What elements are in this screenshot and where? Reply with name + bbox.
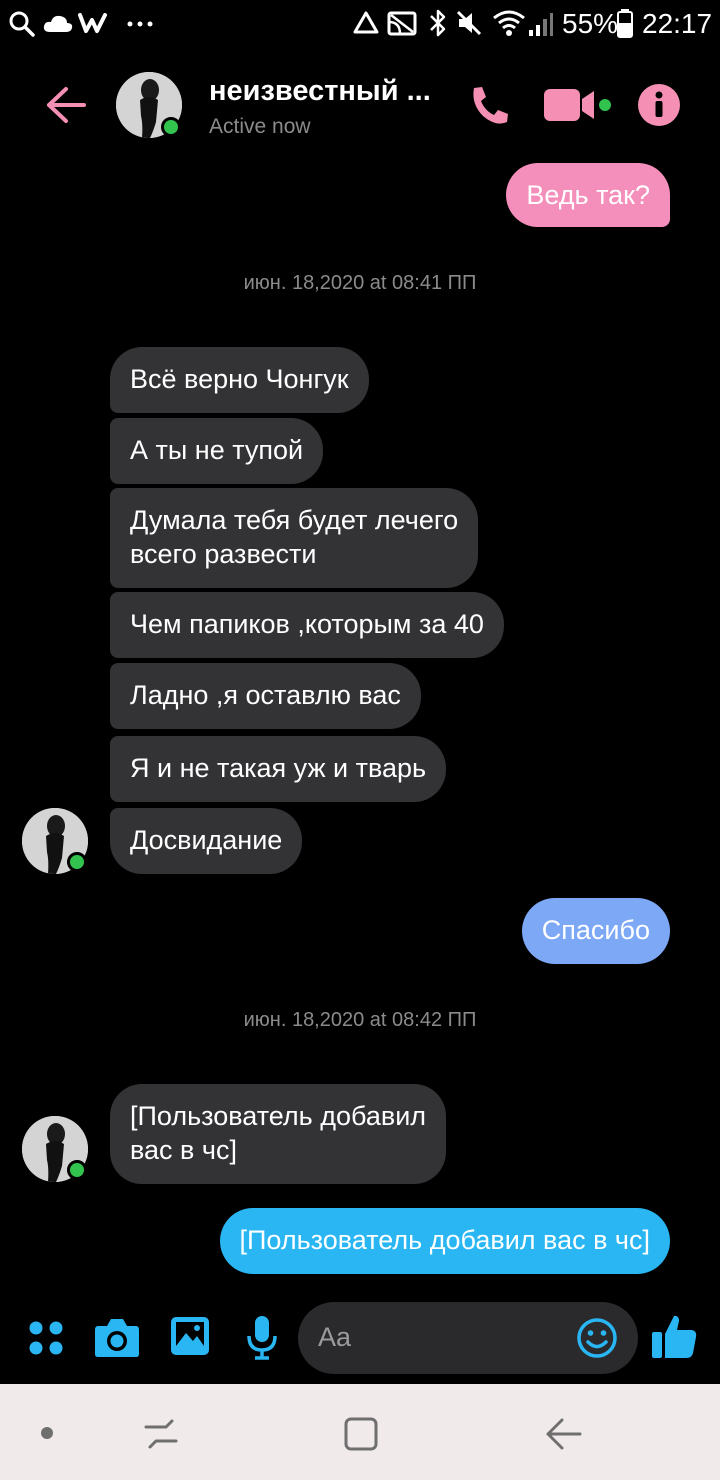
message-bubble-outgoing[interactable]: Ведь так?: [506, 163, 670, 227]
clock: 22:17: [642, 8, 713, 39]
emoji-icon[interactable]: [576, 1317, 618, 1359]
dot-icon: [41, 1427, 53, 1439]
back-icon[interactable]: [544, 1416, 584, 1452]
chat-header: неизвестный ... Active now: [0, 55, 720, 155]
apps-icon[interactable]: [28, 1320, 64, 1356]
message-bubble-incoming[interactable]: Досвидание: [110, 808, 303, 874]
contact-status: Active now: [209, 115, 311, 138]
online-indicator: [67, 852, 87, 872]
message-bubble-incoming[interactable]: Ладно ,я оставлю вас: [110, 663, 421, 729]
message-bubble-incoming[interactable]: А ты не тупой: [110, 418, 324, 484]
thumbs-up-icon[interactable]: [650, 1312, 698, 1360]
recycle-icon: [353, 11, 379, 34]
cloud-icon: [43, 15, 73, 32]
message-input[interactable]: Aa: [298, 1302, 638, 1374]
recents-icon[interactable]: [142, 1416, 180, 1452]
status-bar: 55% 22:17: [0, 0, 720, 50]
message-input-placeholder: Aa: [318, 1322, 352, 1352]
camera-icon[interactable]: [94, 1316, 140, 1358]
gallery-icon[interactable]: [170, 1316, 210, 1356]
message-bubble-outgoing[interactable]: [Пользователь добавил вас в чс]: [219, 1208, 670, 1274]
microphone-icon[interactable]: [246, 1314, 278, 1360]
bluetooth-icon: [430, 9, 446, 37]
cast-icon: [387, 11, 417, 36]
contact-name[interactable]: неизвестный ...: [209, 75, 444, 108]
search-icon: [9, 11, 35, 37]
home-icon[interactable]: [342, 1416, 380, 1452]
message-bubble-incoming[interactable]: Всё верно Чонгук: [110, 347, 369, 413]
battery-percent: 55%: [562, 8, 619, 39]
composer-bar: Aa: [0, 1300, 720, 1380]
mute-icon: [456, 10, 482, 36]
info-icon[interactable]: [638, 84, 680, 126]
signal-icon: [529, 13, 553, 36]
w-app-icon: [78, 13, 107, 33]
system-nav-bar: [0, 1384, 720, 1480]
online-indicator: [67, 1160, 87, 1180]
back-arrow-icon[interactable]: [44, 85, 88, 125]
timestamp-separator: июн. 18,2020 at 08:41 ПП: [243, 272, 477, 294]
wifi-icon: [493, 10, 525, 36]
phone-call-icon[interactable]: [466, 83, 512, 129]
online-indicator: [161, 117, 181, 137]
message-bubble-outgoing[interactable]: Спасибо: [521, 898, 670, 964]
message-bubble-incoming[interactable]: [Пользователь добавил вас в чс]: [110, 1084, 447, 1184]
timestamp-separator: июн. 18,2020 at 08:42 ПП: [243, 1009, 477, 1031]
battery-icon: [617, 9, 633, 38]
more-dots-icon: [127, 21, 153, 27]
message-bubble-incoming[interactable]: Я и не такая уж и тварь: [110, 736, 447, 802]
video-call-icon[interactable]: [544, 87, 614, 123]
message-bubble-incoming[interactable]: Думала тебя будет лечего всего развести: [110, 488, 479, 588]
message-bubble-incoming[interactable]: Чем папиков ,которым за 40: [110, 592, 504, 658]
